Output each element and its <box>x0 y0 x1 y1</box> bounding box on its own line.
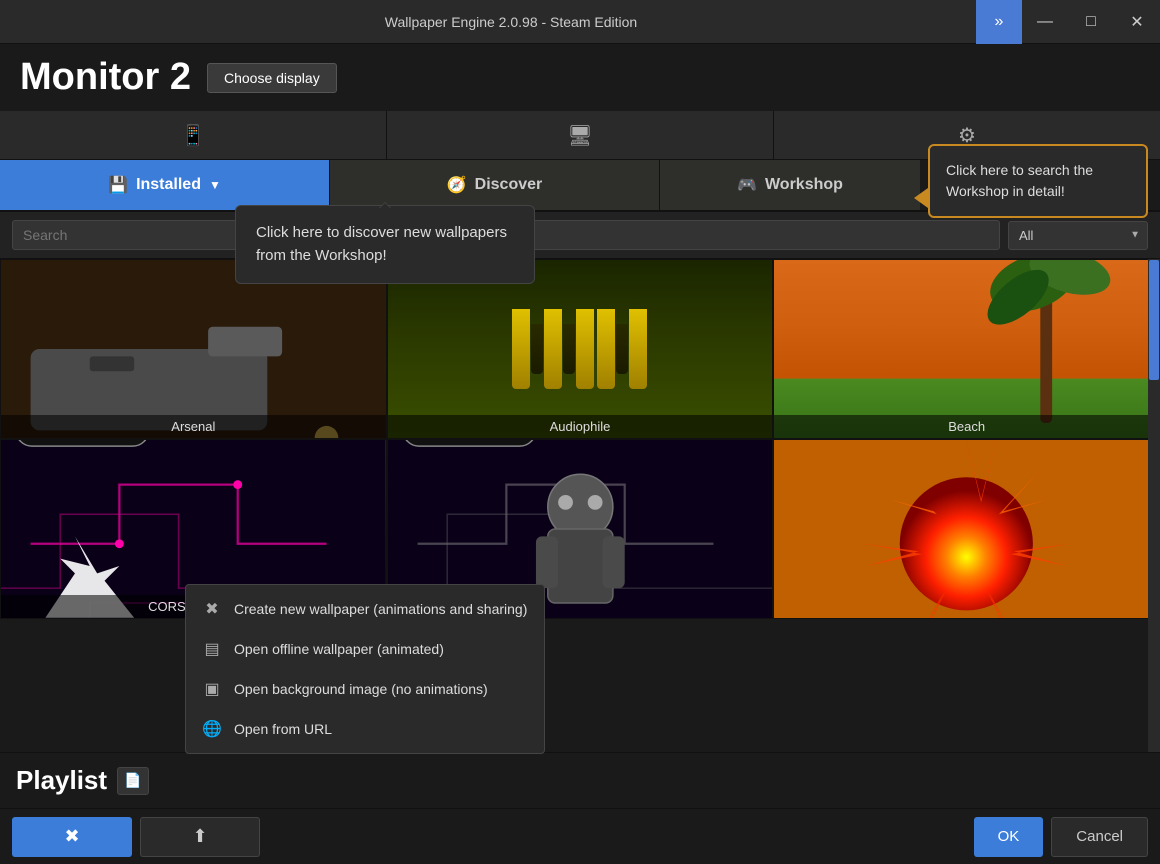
playlist-row: Playlist 📄 <box>0 752 1160 808</box>
playlist-label: Playlist <box>16 765 107 796</box>
ctx-open-background[interactable]: ▣ Open background image (no animations) <box>186 669 544 709</box>
background-icon: ▣ <box>202 679 222 699</box>
ctx-create-wallpaper[interactable]: ✖ Create new wallpaper (animations and s… <box>186 589 544 629</box>
workshop-tooltip-text: Click here to search the Workshop in det… <box>946 162 1093 199</box>
wallpaper-item[interactable]: Audiophile <box>387 259 774 439</box>
filter-dropdown-wrap: All Scene Video Web <box>1008 221 1148 250</box>
piano-key <box>576 309 594 389</box>
ctx-open-offline[interactable]: ▤ Open offline wallpaper (animated) <box>186 629 544 669</box>
ctx-url-label: Open from URL <box>234 721 332 737</box>
search-area: All Scene Video Web <box>0 212 1160 259</box>
ok-button[interactable]: OK <box>974 817 1044 857</box>
phone-icon: 📱 <box>181 123 206 148</box>
piano-key <box>544 309 562 389</box>
wallpaper-item[interactable]: Beach <box>773 259 1160 439</box>
playlist-doc-icon: 📄 <box>124 772 141 789</box>
tab-phone[interactable]: 📱 <box>0 111 387 159</box>
monitor-icon: 🖥 <box>567 123 592 148</box>
url-icon: 🌐 <box>202 719 222 739</box>
discover-label: Discover <box>475 176 543 194</box>
piano-key <box>629 309 647 389</box>
discover-tooltip-text: Click here to discover new wallpapers fr… <box>256 224 507 264</box>
wallpaper-item[interactable] <box>773 439 1160 619</box>
window-title: Wallpaper Engine 2.0.98 - Steam Edition <box>46 14 976 30</box>
workshop-icon: 🎮 <box>737 175 757 195</box>
workshop-arrow-icon <box>914 188 928 208</box>
minimize-btn[interactable]: — <box>1022 0 1068 44</box>
bottom-left-buttons: ✖ ⬆ <box>12 817 260 857</box>
tab-installed[interactable]: 💾 Installed ▼ <box>0 160 330 210</box>
create-icon: ✖ <box>202 599 222 619</box>
upload-icon: ⬆ <box>192 826 207 847</box>
wallpaper-grid: Arsenal Audiophile <box>0 259 1160 752</box>
ctx-create-label: Create new wallpaper (animations and sha… <box>234 601 527 617</box>
wallpaper-item[interactable]: Arsenal <box>0 259 387 439</box>
context-menu: ✖ Create new wallpaper (animations and s… <box>185 584 545 754</box>
close-btn[interactable]: ✕ <box>1114 0 1160 44</box>
wallpaper-label: Audiophile <box>388 415 773 438</box>
installed-icon: 💾 <box>108 175 128 195</box>
workshop-label: Workshop <box>765 176 843 194</box>
monitor-title: Monitor 2 <box>20 56 191 99</box>
grid-scrollbar[interactable] <box>1148 259 1160 752</box>
cancel-button[interactable]: Cancel <box>1051 817 1148 857</box>
piano-key-black <box>616 324 628 374</box>
tools-button[interactable]: ✖ <box>12 817 132 857</box>
piano-key-black <box>563 324 575 374</box>
playlist-icon-button[interactable]: 📄 <box>117 767 149 795</box>
header: Monitor 2 Choose display <box>0 44 1160 111</box>
scrollbar-thumb[interactable] <box>1149 260 1159 380</box>
choose-display-button[interactable]: Choose display <box>207 63 337 93</box>
installed-label: Installed <box>136 176 201 194</box>
window-controls: » — □ ✕ <box>976 0 1160 44</box>
fast-forward-icon: » <box>995 13 1004 31</box>
discover-tooltip: Click here to discover new wallpapers fr… <box>235 205 535 284</box>
piano-key <box>512 309 530 389</box>
tab-monitor[interactable]: 🖥 <box>387 111 774 159</box>
maximize-btn[interactable]: □ <box>1068 0 1114 44</box>
piano-key-black <box>531 324 543 374</box>
wallpaper-label: Beach <box>774 415 1159 438</box>
piano-key <box>597 309 615 389</box>
upload-button[interactable]: ⬆ <box>140 817 260 857</box>
fast-forward-btn[interactable]: » <box>976 0 1022 44</box>
tools-icon: ✖ <box>64 826 79 847</box>
filter-dropdown[interactable]: All Scene Video Web <box>1008 221 1148 250</box>
offline-icon: ▤ <box>202 639 222 659</box>
installed-dropdown-icon: ▼ <box>209 178 221 192</box>
ctx-offline-label: Open offline wallpaper (animated) <box>234 641 444 657</box>
workshop-tooltip: Click here to search the Workshop in det… <box>928 144 1148 218</box>
ctx-open-url[interactable]: 🌐 Open from URL <box>186 709 544 749</box>
tab-workshop[interactable]: 🎮 Workshop <box>660 160 920 210</box>
ctx-background-label: Open background image (no animations) <box>234 681 488 697</box>
wallpaper-label: Arsenal <box>1 415 386 438</box>
audiophile-bg <box>388 260 773 438</box>
bottom-toolbar: ✖ ⬆ OK Cancel <box>0 808 1160 864</box>
bottom-right-buttons: OK Cancel <box>974 817 1148 857</box>
discover-icon: 🧭 <box>447 175 467 195</box>
titlebar: Wallpaper Engine 2.0.98 - Steam Edition … <box>0 0 1160 44</box>
